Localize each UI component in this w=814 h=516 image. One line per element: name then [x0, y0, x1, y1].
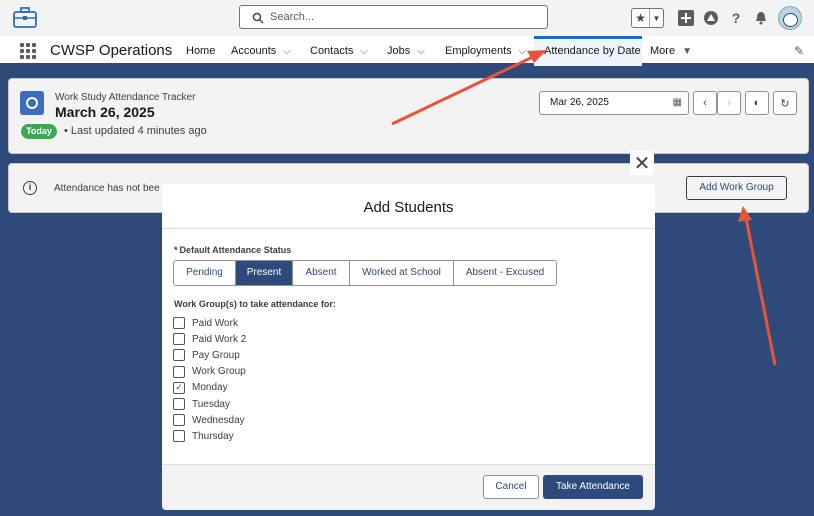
date-picker-input[interactable]: Mar 26, 2025 ▦ [539, 91, 689, 115]
modal-close-icon[interactable]: ✕ [630, 151, 654, 175]
status-option-absent-excused[interactable]: Absent - Excused [454, 261, 556, 285]
status-option-worked-at-school[interactable]: Worked at School [350, 261, 454, 285]
nav-item-employments[interactable]: Employments ⌵ [445, 45, 526, 57]
nav-item-more[interactable]: More ▼ [650, 45, 692, 57]
work-group-option[interactable]: Paid Work 2 [173, 331, 246, 347]
nav-item-home[interactable]: Home [186, 45, 215, 57]
previous-day-button[interactable]: ‹ [693, 91, 717, 115]
chevron-down-icon[interactable]: ⌵ [360, 46, 368, 57]
work-groups-label: Work Group(s) to take attendance for: [174, 299, 336, 309]
checkbox[interactable] [173, 317, 185, 330]
modal-title: Add Students [363, 199, 454, 216]
modal-header: Add Students [162, 184, 655, 229]
work-group-option[interactable]: Pay Group [173, 347, 246, 363]
search-icon [252, 12, 264, 24]
help-icon[interactable]: ? [725, 7, 747, 29]
status-option-pending[interactable]: Pending [174, 261, 236, 285]
nav-item-jobs[interactable]: Jobs ⌵ [387, 45, 425, 57]
checkmark-icon: ✓ [175, 382, 183, 393]
attendance-status-label: * Default Attendance Status [174, 245, 292, 255]
user-avatar[interactable] [778, 6, 802, 30]
chevron-down-icon[interactable]: ⌵ [417, 46, 425, 57]
status-option-present[interactable]: Present [236, 261, 293, 285]
notice-text: Attendance has not bee [54, 183, 160, 194]
header-utility-icons: ★ ▼ ? [631, 6, 802, 30]
status-option-absent[interactable]: Absent [293, 261, 350, 285]
work-group-checkbox-list: Paid Work Paid Work 2 Pay Group Work Gro… [173, 315, 246, 445]
favorite-star-icon[interactable]: ★ [632, 9, 650, 27]
edit-nav-pencil-icon[interactable]: ✎ [794, 44, 804, 58]
caret-down-icon[interactable]: ▼ [682, 46, 692, 57]
info-icon: i [23, 181, 37, 195]
attendance-status-button-group: Pending Present Absent Worked at School … [173, 260, 557, 286]
checkbox[interactable] [173, 398, 185, 411]
trailhead-icon[interactable] [700, 7, 722, 29]
search-placeholder: Search... [270, 11, 315, 23]
app-launcher-icon[interactable] [20, 43, 36, 59]
tracker-subtitle: Work Study Attendance Tracker [55, 92, 196, 103]
work-group-option[interactable]: Thursday [173, 428, 246, 444]
favorites-group[interactable]: ★ ▼ [631, 8, 664, 28]
refresh-icon[interactable]: ↻ [773, 91, 797, 115]
tracker-app-icon [20, 91, 44, 115]
checkbox[interactable] [173, 349, 185, 362]
favorites-dropdown-icon[interactable]: ▼ [650, 9, 663, 27]
nav-item-accounts[interactable]: Accounts ⌵ [231, 45, 291, 57]
briefcase-icon[interactable] [12, 6, 38, 30]
attendance-tracker-card: Work Study Attendance Tracker March 26, … [8, 78, 809, 154]
app-navigation-bar: CWSP Operations Home Accounts ⌵ Contacts ⌵… [0, 36, 814, 66]
checkbox[interactable] [173, 365, 185, 378]
checkbox[interactable] [173, 333, 185, 346]
global-create-icon[interactable] [675, 7, 697, 29]
cancel-button[interactable]: Cancel [483, 475, 539, 499]
checkbox[interactable] [173, 414, 185, 427]
date-picker-value: Mar 26, 2025 [550, 97, 609, 108]
work-group-option[interactable]: Work Group [173, 364, 246, 380]
modal-footer: Cancel Take Attendance [162, 464, 655, 510]
work-group-option[interactable]: Paid Work [173, 315, 246, 331]
global-search-input[interactable]: Search... [239, 5, 548, 29]
calendar-icon[interactable]: ▦ [673, 97, 682, 108]
checkbox[interactable] [173, 430, 185, 443]
nav-item-contacts[interactable]: Contacts ⌵ [310, 45, 368, 57]
add-students-modal: Add Students * Default Attendance Status … [162, 184, 655, 510]
reset-icon[interactable]: ◐ [745, 91, 769, 115]
work-group-option[interactable]: Tuesday [173, 396, 246, 412]
checkbox-checked[interactable]: ✓ [173, 381, 185, 394]
next-day-button[interactable]: › [717, 91, 741, 115]
global-header: Search... ★ ▼ ? [0, 0, 814, 36]
today-badge: Today [21, 124, 57, 139]
chevron-down-icon[interactable]: ⌵ [519, 46, 527, 57]
work-group-option[interactable]: ✓ Monday [173, 380, 246, 396]
arrow-to-add-work-group [738, 206, 777, 366]
work-group-option[interactable]: Wednesday [173, 412, 246, 428]
last-updated-text: • Last updated 4 minutes ago [64, 125, 207, 137]
notifications-bell-icon[interactable] [750, 7, 772, 29]
chevron-down-icon[interactable]: ⌵ [283, 46, 291, 57]
add-work-group-button[interactable]: Add Work Group [686, 176, 787, 200]
nav-item-attendance-by-date[interactable]: Attendance by Date [534, 36, 642, 66]
take-attendance-button[interactable]: Take Attendance [543, 475, 643, 499]
app-name: CWSP Operations [50, 42, 173, 59]
tracker-date-title: March 26, 2025 [55, 104, 155, 120]
